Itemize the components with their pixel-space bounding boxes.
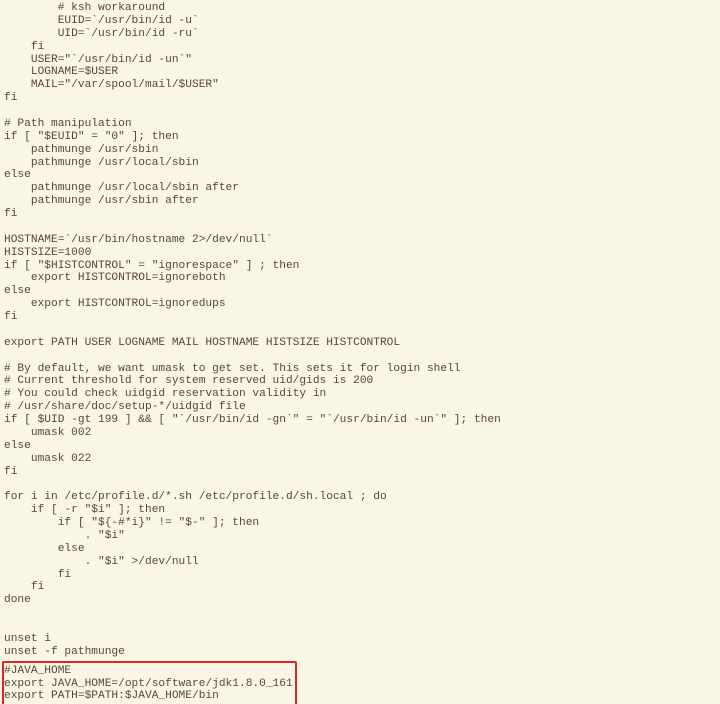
code-main: # ksh workaround EUID=`/usr/bin/id -u` U… bbox=[4, 2, 501, 658]
shell-script-body: # ksh workaround EUID=`/usr/bin/id -u` U… bbox=[0, 0, 720, 704]
java-home-highlight: #JAVA_HOME export JAVA_HOME=/opt/softwar… bbox=[2, 661, 297, 704]
code-highlight: #JAVA_HOME export JAVA_HOME=/opt/softwar… bbox=[4, 665, 293, 703]
